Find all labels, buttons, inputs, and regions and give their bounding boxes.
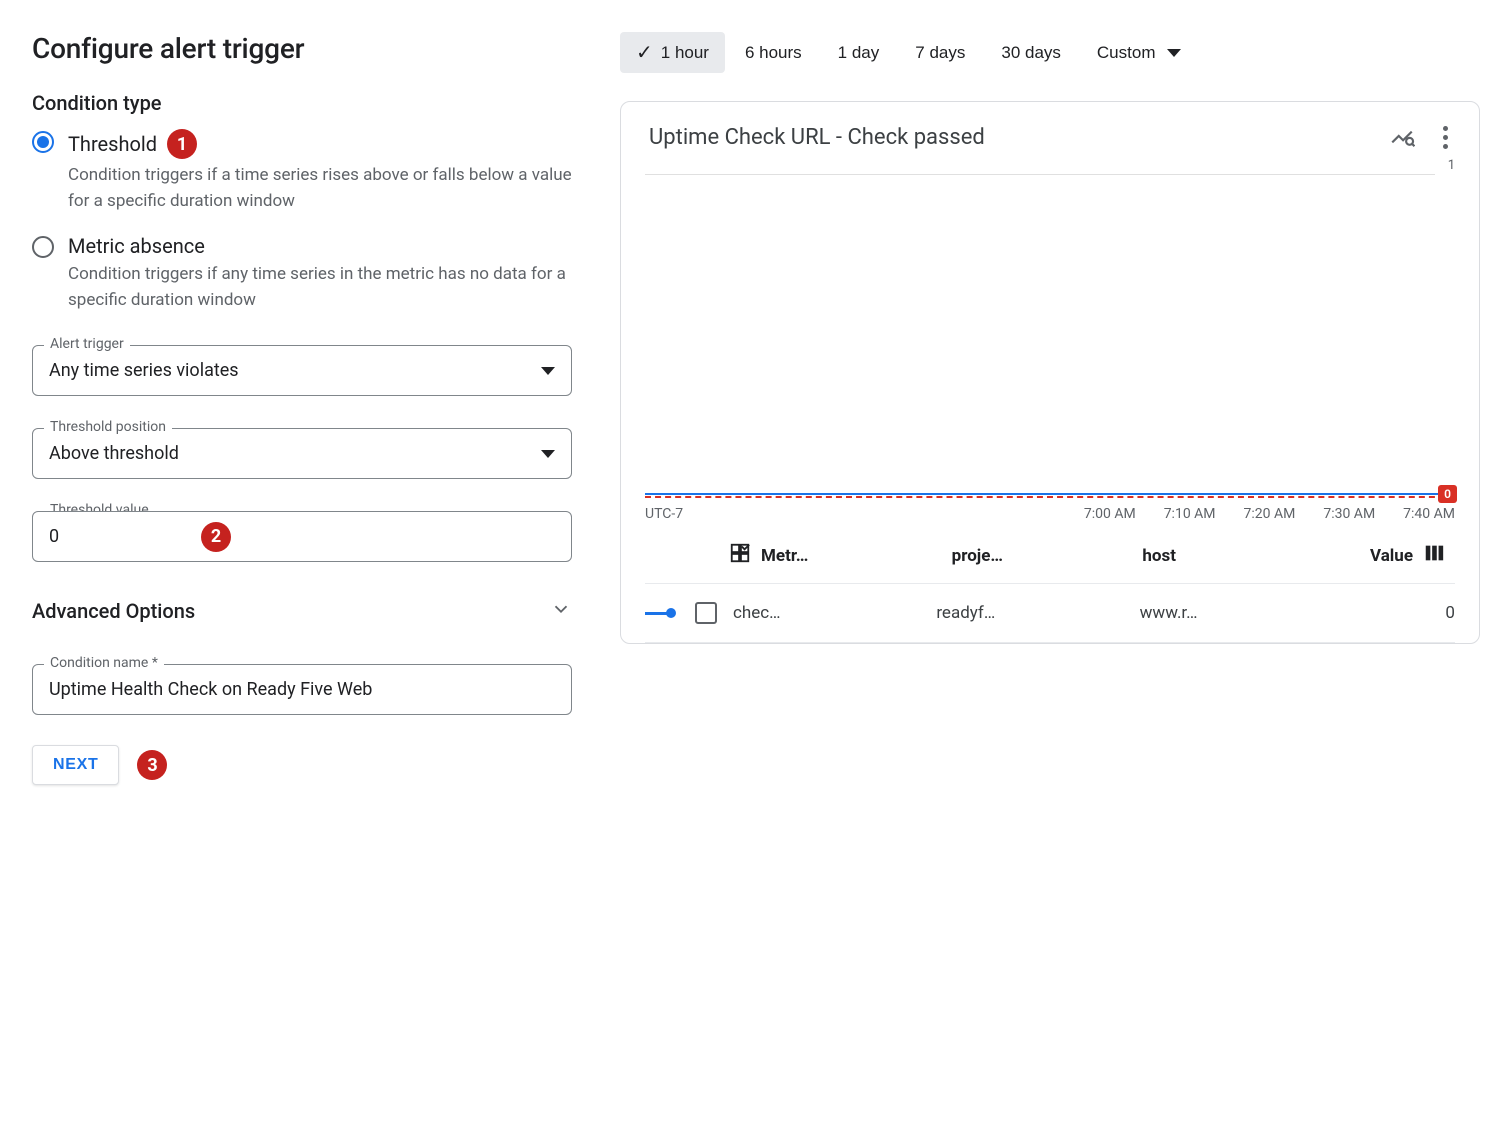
next-button[interactable]: NEXT <box>32 745 119 785</box>
metrics-explorer-icon[interactable] <box>1389 124 1415 150</box>
time-range-1hour[interactable]: ✓1 hour <box>620 32 725 73</box>
legend-col-metric[interactable]: Metr… <box>761 546 952 566</box>
step-badge-1: 1 <box>167 129 197 159</box>
chart-plot-area[interactable]: 1 0 UTC-7 7:00 AM 7:10 AM 7:20 AM <box>645 158 1455 528</box>
x-tick: 7:10 AM <box>1164 506 1216 522</box>
legend-value-cell: 0 <box>1343 603 1455 623</box>
alert-trigger-field[interactable]: Alert trigger Any time series violates <box>32 345 572 396</box>
radio-threshold-label: Threshold <box>68 132 157 156</box>
radio-absence-label: Metric absence <box>68 234 205 258</box>
time-range-custom[interactable]: Custom <box>1081 32 1198 73</box>
group-by-icon[interactable] <box>729 542 751 569</box>
condition-type-heading: Condition type <box>32 91 572 115</box>
time-range-6hours[interactable]: 6 hours <box>729 32 818 73</box>
legend-data-row[interactable]: chec… readyf… www.r… 0 <box>645 584 1455 643</box>
columns-icon[interactable] <box>1423 542 1445 569</box>
check-icon: ✓ <box>636 40 653 65</box>
radio-absence-desc: Condition triggers if any time series in… <box>68 262 572 313</box>
series-marker-icon <box>645 608 695 618</box>
condition-name-legend: Condition name * <box>44 655 164 671</box>
alert-trigger-value: Any time series violates <box>49 360 239 381</box>
radio-threshold-desc: Condition triggers if a time series rise… <box>68 163 572 214</box>
threshold-value-input[interactable] <box>49 526 555 547</box>
legend-col-host[interactable]: host <box>1142 546 1333 566</box>
threshold-position-field[interactable]: Threshold position Above threshold <box>32 428 572 479</box>
threshold-position-value: Above threshold <box>49 443 179 464</box>
x-tick: 7:20 AM <box>1244 506 1296 522</box>
step-badge-2: 2 <box>201 522 231 552</box>
caret-down-icon <box>541 367 555 375</box>
step-badge-3: 3 <box>137 750 167 780</box>
caret-down-icon <box>1167 49 1181 57</box>
x-tick: 7:00 AM <box>1084 506 1136 522</box>
condition-name-field[interactable]: Condition name * <box>32 664 572 715</box>
legend-header-row: Metr… proje… host Value <box>645 528 1455 584</box>
legend-project-cell: readyf… <box>936 603 1139 623</box>
condition-name-input[interactable] <box>49 679 555 700</box>
chevron-down-icon <box>550 598 572 624</box>
legend-metric-cell: chec… <box>733 603 936 623</box>
threshold-value-field[interactable]: Threshold value 2 <box>32 511 572 562</box>
advanced-options-title: Advanced Options <box>32 599 195 623</box>
caret-down-icon <box>541 450 555 458</box>
radio-threshold-input[interactable] <box>32 131 54 153</box>
radio-metric-absence[interactable]: Metric absence Condition triggers if any… <box>32 234 572 313</box>
radio-threshold[interactable]: Threshold 1 Condition triggers if a time… <box>32 129 572 214</box>
chart-series-line <box>645 493 1455 495</box>
y-axis-tick-top: 1 <box>1448 158 1455 173</box>
chart-title: Uptime Check URL - Check passed <box>645 125 1377 150</box>
more-vert-icon[interactable] <box>1435 126 1455 149</box>
radio-absence-input[interactable] <box>32 236 54 258</box>
timezone-label: UTC-7 <box>645 506 683 522</box>
legend-col-project[interactable]: proje… <box>952 546 1143 566</box>
time-range-7days[interactable]: 7 days <box>899 32 981 73</box>
chart-value-badge: 0 <box>1438 485 1457 503</box>
threshold-dashed-line <box>645 496 1455 498</box>
x-tick: 7:40 AM <box>1403 506 1455 522</box>
gridline-top <box>645 174 1435 175</box>
legend-checkbox[interactable] <box>695 602 717 624</box>
time-range-bar: ✓1 hour 6 hours 1 day 7 days 30 days Cus… <box>620 32 1480 73</box>
chart-card: Uptime Check URL - Check passed 1 0 U <box>620 101 1480 644</box>
alert-trigger-legend: Alert trigger <box>44 336 130 352</box>
time-range-30days[interactable]: 30 days <box>985 32 1077 73</box>
threshold-position-legend: Threshold position <box>44 419 172 435</box>
page-title: Configure alert trigger <box>32 32 572 65</box>
legend-host-cell: www.r… <box>1140 603 1343 623</box>
advanced-options-toggle[interactable]: Advanced Options <box>32 598 572 624</box>
time-range-1day[interactable]: 1 day <box>822 32 896 73</box>
legend-col-value[interactable]: Value <box>1333 546 1413 566</box>
x-tick: 7:30 AM <box>1323 506 1375 522</box>
